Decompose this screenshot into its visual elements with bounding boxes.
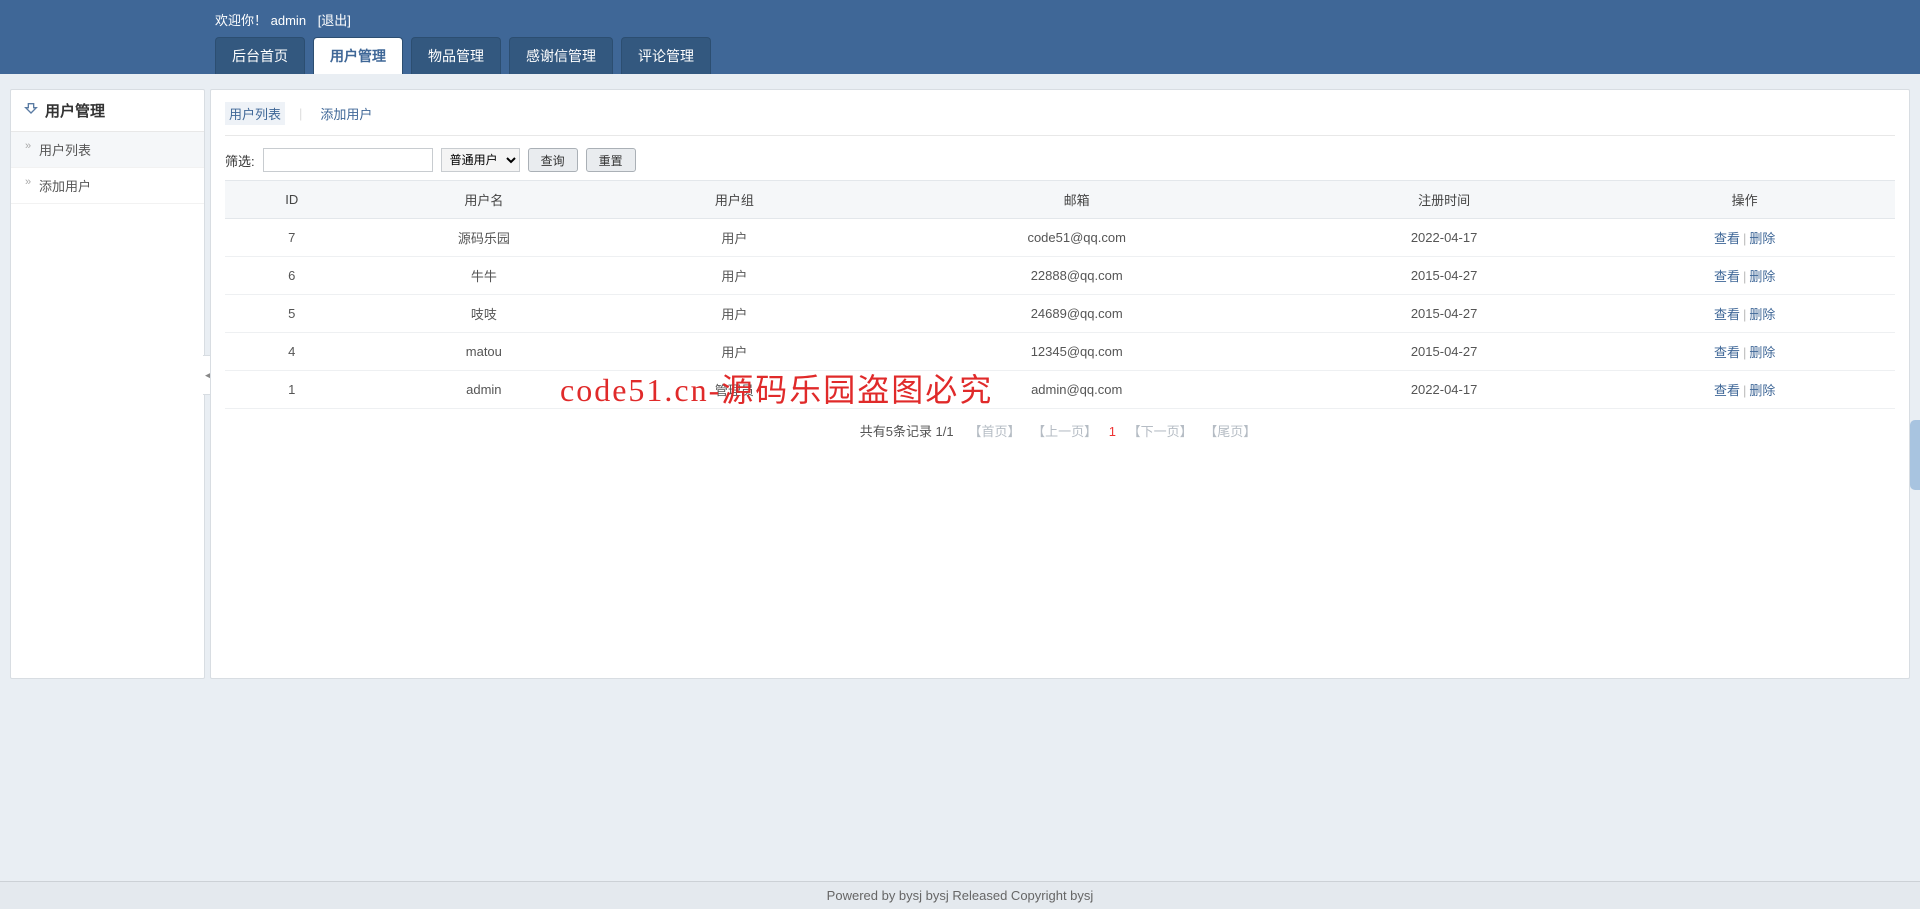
filter-row: 筛选: 普通用户 查询 重置 xyxy=(225,148,1895,172)
cell-regtime: 2022-04-17 xyxy=(1294,371,1595,409)
nav-tabs: 后台首页用户管理物品管理感谢信管理评论管理 xyxy=(215,37,1705,74)
filter-group-select[interactable]: 普通用户 xyxy=(441,148,520,172)
pagination-first[interactable]: 【首页】 xyxy=(968,424,1020,439)
action-separator: | xyxy=(1743,307,1746,322)
cell-regtime: 2015-04-27 xyxy=(1294,333,1595,371)
content: 用户列表 | 添加用户 筛选: 普通用户 查询 重置 ID用户名用户组邮箱注册时间操… xyxy=(210,89,1910,679)
pagination: 共有5条记录 1/1 【首页】 【上一页】 1 【下一页】 【尾页】 xyxy=(225,409,1895,452)
cell-group: 用户 xyxy=(609,257,860,295)
footer: Powered by bysj bysj Released Copyright … xyxy=(0,881,1920,909)
table-row: 5吱吱用户24689@qq.com2015-04-27查看|删除 xyxy=(225,295,1895,333)
cell-username: 牛牛 xyxy=(359,257,610,295)
arrow-down-icon xyxy=(23,101,39,121)
cell-regtime: 2015-04-27 xyxy=(1294,295,1595,333)
action-separator: | xyxy=(1743,231,1746,246)
cell-group: 用户 xyxy=(609,333,860,371)
sub-tabs: 用户列表 | 添加用户 xyxy=(225,102,1895,136)
right-scroll-handle[interactable] xyxy=(1910,420,1920,490)
column-header: 用户名 xyxy=(359,181,610,219)
welcome-username: admin xyxy=(271,13,306,28)
reset-button[interactable]: 重置 xyxy=(586,148,636,172)
cell-email: admin@qq.com xyxy=(860,371,1294,409)
nav-tab-3[interactable]: 感谢信管理 xyxy=(509,37,613,74)
user-table: ID用户名用户组邮箱注册时间操作 7源码乐园用户code51@qq.com202… xyxy=(225,180,1895,409)
sub-tab-0[interactable]: 用户列表 xyxy=(225,102,285,125)
cell-id: 4 xyxy=(225,333,359,371)
sub-tab-separator: | xyxy=(299,106,302,121)
cell-email: code51@qq.com xyxy=(860,219,1294,257)
nav-tab-1[interactable]: 用户管理 xyxy=(313,37,403,74)
cell-actions: 查看|删除 xyxy=(1594,371,1895,409)
sidebar-title: 用户管理 xyxy=(45,100,105,121)
pagination-prev[interactable]: 【上一页】 xyxy=(1032,424,1097,439)
cell-id: 7 xyxy=(225,219,359,257)
delete-link[interactable]: 删除 xyxy=(1749,345,1775,360)
cell-group: 用户 xyxy=(609,219,860,257)
logout-link[interactable]: [退出] xyxy=(318,13,351,28)
nav-tab-4[interactable]: 评论管理 xyxy=(621,37,711,74)
column-header: ID xyxy=(225,181,359,219)
action-separator: | xyxy=(1743,383,1746,398)
action-separator: | xyxy=(1743,269,1746,284)
view-link[interactable]: 查看 xyxy=(1714,307,1740,322)
action-separator: | xyxy=(1743,345,1746,360)
cell-id: 1 xyxy=(225,371,359,409)
cell-group: 管理员 xyxy=(609,371,860,409)
sidebar-header: 用户管理 xyxy=(11,90,204,132)
welcome-prefix: 欢迎你！ xyxy=(215,13,267,28)
header: 欢迎你！ admin [退出] 后台首页用户管理物品管理感谢信管理评论管理 xyxy=(0,0,1920,74)
sidebar-item-0[interactable]: 用户列表 xyxy=(11,132,204,168)
cell-username: matou xyxy=(359,333,610,371)
cell-email: 24689@qq.com xyxy=(860,295,1294,333)
cell-actions: 查看|删除 xyxy=(1594,219,1895,257)
sidebar: 用户管理 用户列表添加用户 xyxy=(10,89,205,679)
pagination-next[interactable]: 【下一页】 xyxy=(1128,424,1193,439)
delete-link[interactable]: 删除 xyxy=(1749,269,1775,284)
view-link[interactable]: 查看 xyxy=(1714,345,1740,360)
column-header: 邮箱 xyxy=(860,181,1294,219)
cell-group: 用户 xyxy=(609,295,860,333)
cell-username: admin xyxy=(359,371,610,409)
cell-regtime: 2015-04-27 xyxy=(1294,257,1595,295)
delete-link[interactable]: 删除 xyxy=(1749,231,1775,246)
cell-actions: 查看|删除 xyxy=(1594,333,1895,371)
pagination-summary: 共有5条记录 1/1 xyxy=(860,424,954,439)
welcome-row: 欢迎你！ admin [退出] xyxy=(215,0,1705,37)
view-link[interactable]: 查看 xyxy=(1714,231,1740,246)
column-header: 用户组 xyxy=(609,181,860,219)
pagination-current: 1 xyxy=(1109,424,1116,439)
filter-label: 筛选: xyxy=(225,151,255,170)
sidebar-item-1[interactable]: 添加用户 xyxy=(11,168,204,204)
table-row: 7源码乐园用户code51@qq.com2022-04-17查看|删除 xyxy=(225,219,1895,257)
pagination-last[interactable]: 【尾页】 xyxy=(1204,424,1256,439)
cell-actions: 查看|删除 xyxy=(1594,295,1895,333)
delete-link[interactable]: 删除 xyxy=(1749,307,1775,322)
view-link[interactable]: 查看 xyxy=(1714,383,1740,398)
cell-username: 源码乐园 xyxy=(359,219,610,257)
filter-input[interactable] xyxy=(263,148,433,172)
view-link[interactable]: 查看 xyxy=(1714,269,1740,284)
column-header: 操作 xyxy=(1594,181,1895,219)
table-row: 1admin管理员admin@qq.com2022-04-17查看|删除 xyxy=(225,371,1895,409)
cell-id: 5 xyxy=(225,295,359,333)
column-header: 注册时间 xyxy=(1294,181,1595,219)
cell-actions: 查看|删除 xyxy=(1594,257,1895,295)
table-row: 6牛牛用户22888@qq.com2015-04-27查看|删除 xyxy=(225,257,1895,295)
cell-id: 6 xyxy=(225,257,359,295)
table-row: 4matou用户12345@qq.com2015-04-27查看|删除 xyxy=(225,333,1895,371)
cell-email: 12345@qq.com xyxy=(860,333,1294,371)
nav-tab-0[interactable]: 后台首页 xyxy=(215,37,305,74)
cell-username: 吱吱 xyxy=(359,295,610,333)
cell-email: 22888@qq.com xyxy=(860,257,1294,295)
query-button[interactable]: 查询 xyxy=(528,148,578,172)
delete-link[interactable]: 删除 xyxy=(1749,383,1775,398)
cell-regtime: 2022-04-17 xyxy=(1294,219,1595,257)
nav-tab-2[interactable]: 物品管理 xyxy=(411,37,501,74)
sub-tab-1[interactable]: 添加用户 xyxy=(316,102,376,125)
